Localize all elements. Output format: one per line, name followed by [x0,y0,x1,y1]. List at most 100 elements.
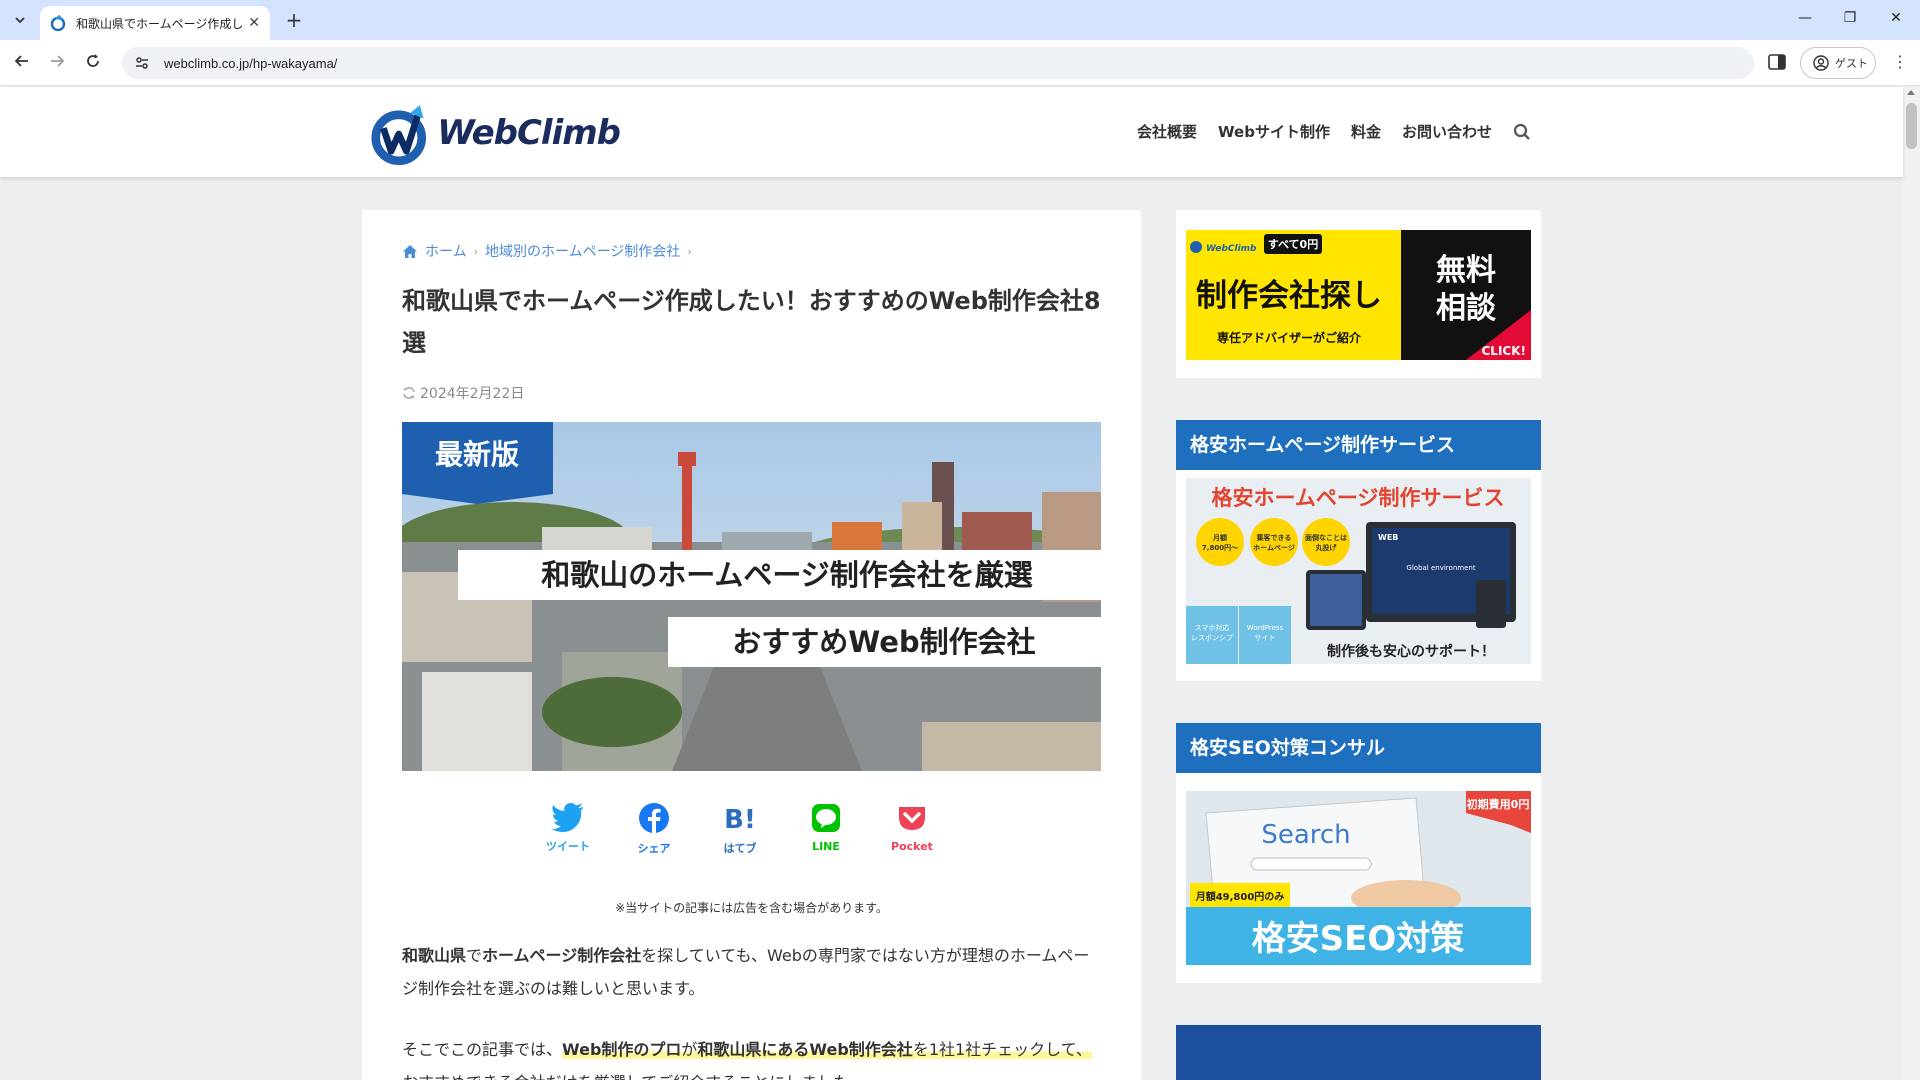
consult-cta-line1: 無料 [1436,253,1496,288]
twitter-bird-icon [551,803,583,833]
breadcrumb-category[interactable]: 地域別のホームページ制作会社 [485,241,680,261]
search-icon[interactable] [1513,123,1531,141]
share-facebook-button[interactable]: シェア [624,802,684,862]
eyecatch-badge: 最新版 [435,438,519,471]
intro-keyword-wakayama-company: 和歌山県にあるWeb制作会社 [697,1040,913,1059]
badge-marketing-line2: ホームページ [1253,544,1295,552]
widget-title-cheap-hp: 格安ホームページ制作サービス [1176,420,1541,470]
update-date: 2024年2月22日 [402,383,524,403]
forward-arrow-icon [51,55,65,67]
browser-menu-icon[interactable]: ⋮ [1890,52,1910,71]
intro-text: で [466,946,483,965]
url-text[interactable]: webclimb.co.jp/hp-wakayama/ [164,56,337,71]
badge-monthly-price: 7,800円〜 [1202,544,1238,552]
sidebar-banner-consult[interactable]: WebClimb すべて0円 制作会社探し 専任アドバイザーがご紹介 無料 相談… [1176,210,1541,378]
seo-ribbon: 初期費用0円 [1467,797,1530,811]
profile-label: ゲスト [1835,57,1868,70]
logo-wordmark: WebClimb [437,113,621,153]
forward-button[interactable] [45,52,69,76]
consult-banner-image: WebClimb すべて0円 制作会社探し 専任アドバイザーがご紹介 無料 相談… [1186,230,1531,360]
consult-main: 制作会社探し [1196,278,1382,314]
consult-tag: すべて0円 [1268,238,1318,251]
cheap-hp-banner-image[interactable]: 格安ホームページ制作サービス 月額 7,800円〜 集客できる ホームページ 面… [1176,470,1541,681]
intro-text: そこでこの記事では、 [402,1040,563,1059]
window-minimize-button[interactable]: — [1795,10,1815,26]
eyecatch-image: 最新版 和歌山のホームページ制作会社を厳選 おすすめWeb制作会社 [402,422,1101,771]
widget-title-seo: 格安SEO対策コンサル [1176,723,1541,773]
profile-button[interactable]: ゲスト [1800,47,1876,79]
new-tab-button[interactable]: + [282,8,306,32]
mockup-screen-tagline: Global environment [1406,564,1475,572]
intro-keyword-web-pro: Web制作のプロ [562,1040,682,1059]
reload-button[interactable] [81,52,105,76]
nav-pricing[interactable]: 料金 [1351,121,1381,142]
consult-cta-line2: 相談 [1436,291,1497,326]
breadcrumb-home[interactable]: ホーム [425,241,467,261]
sidebar-widget-cheap-hp: 格安ホームページ制作サービス 格安ホームページ制作サービス 月額 7,800円〜… [1176,420,1541,681]
share-line-label: LINE [812,840,840,853]
consult-sub: 専任アドバイザーがご紹介 [1217,330,1362,345]
sidebar-widget-next[interactable] [1176,1025,1541,1080]
seo-price: 月額49,800円のみ [1195,890,1285,903]
share-hatena-label: はてブ [723,842,757,855]
share-line-button[interactable]: LINE [796,802,856,862]
cheap-hp-banner-title: 格安ホームページ制作サービス [1212,486,1505,510]
pocket-icon [899,807,925,830]
tile-wordpress-line2: サイト [1255,634,1276,642]
tab-search-chevron-icon[interactable] [8,8,32,32]
svg-text:B!: B! [724,805,756,834]
eyecatch-subheadline: おすすめWeb制作会社 [732,625,1035,659]
intro-paragraph-2: そこでこの記事では、Web制作のプロが和歌山県にあるWeb制作会社を1社1社チェ… [402,1033,1102,1080]
share-pocket-label: Pocket [891,840,933,853]
line-icon [812,804,840,832]
facebook-icon [639,803,669,833]
webclimb-favicon-icon [50,15,66,31]
window-close-button[interactable]: ✕ [1886,10,1906,26]
home-icon [403,244,417,258]
consult-click: CLICK! [1482,344,1527,358]
article-title: 和歌山県でホームページ作成したい！おすすめのWeb制作会社8選 [402,287,1101,357]
back-button[interactable] [10,52,34,76]
share-twitter-button[interactable]: ツイート [538,802,598,862]
browser-toolbar: webclimb.co.jp/hp-wakayama/ ゲスト ⋮ [0,40,1920,86]
badge-marketing-line1: 集客できる [1256,533,1292,542]
hatena-bookmark-icon: B! [724,805,756,835]
breadcrumb: ホーム › 地域別のホームページ制作会社 › [402,241,699,261]
share-pocket-button[interactable]: Pocket [882,802,942,862]
update-date-text: 2024年2月22日 [420,386,525,402]
seo-search-word: Search [1261,820,1350,850]
global-nav: 会社概要 Webサイト制作 料金 お問い合わせ [1137,121,1531,142]
breadcrumb-separator-icon: › [687,244,692,258]
scroll-thumb[interactable] [1906,103,1917,149]
breadcrumb-separator-icon: › [473,244,478,258]
site-logo[interactable]: WebClimb [370,97,621,169]
side-panel-icon[interactable] [1768,54,1786,70]
badge-outsource-line1: 面倒なことは [1305,533,1347,542]
tab-close-icon[interactable]: ✕ [248,15,260,31]
back-arrow-icon [14,55,28,67]
page-scrollbar[interactable] [1903,87,1920,1080]
intro-keyword-hp-company: ホームページ制作会社 [482,946,642,965]
webclimb-logo-icon [371,105,427,166]
tile-wordpress-line1: WordPress [1247,624,1284,632]
nav-company[interactable]: 会社概要 [1137,121,1197,142]
eyecatch-headline: 和歌山のホームページ制作会社を厳選 [541,558,1033,592]
window-restore-button[interactable]: ❐ [1840,10,1860,26]
scroll-up-arrow-icon[interactable] [1907,90,1915,95]
seo-banner-image[interactable]: Search 初期費用0円 月額49,800円のみ 格安SEO対策 [1176,773,1541,983]
nav-web-production[interactable]: Webサイト制作 [1218,121,1330,142]
update-refresh-icon [403,387,415,399]
address-bar[interactable]: webclimb.co.jp/hp-wakayama/ [122,47,1754,79]
seo-headline: 格安SEO対策 [1252,919,1465,959]
nav-contact[interactable]: お問い合わせ [1402,121,1492,142]
share-buttons: ツイート シェア B! はてブ LINE Pocket [402,802,1101,862]
reload-icon [87,54,99,67]
site-info-icon[interactable] [134,55,150,71]
active-tab[interactable]: 和歌山県でホームページ作成したい ✕ [40,6,270,40]
share-hatena-button[interactable]: B! はてブ [710,802,770,862]
ad-disclaimer: ※当サイトの記事には広告を含む場合があります。 [615,901,888,915]
cheap-hp-banner-footer: 制作後も安心のサポート！ [1327,643,1495,660]
tab-title: 和歌山県でホームページ作成したい [76,16,243,31]
badge-monthly-label: 月額 [1212,533,1227,542]
site-header: WebClimb 会社概要 Webサイト制作 料金 お問い合わせ [0,87,1903,177]
